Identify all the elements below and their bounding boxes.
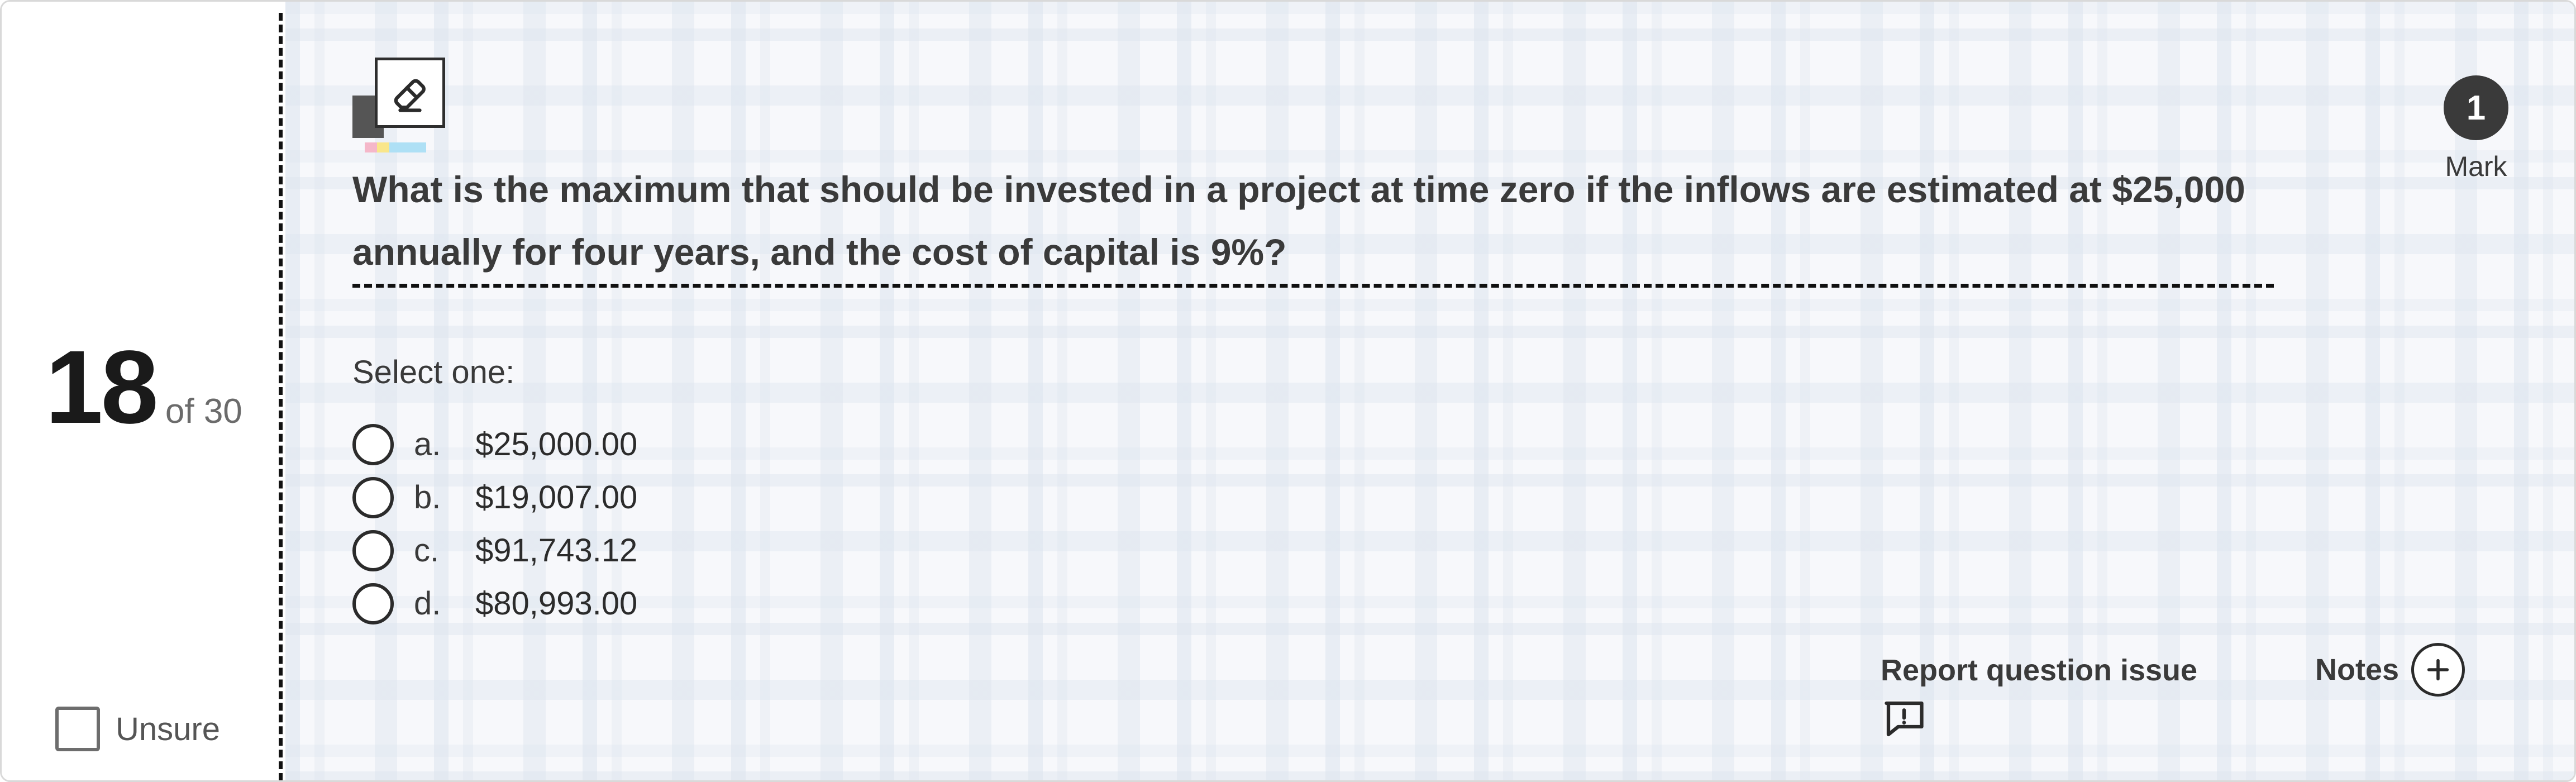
option-c[interactable]: c. $91,743.12 xyxy=(352,524,637,577)
notes-label: Notes xyxy=(2315,653,2400,686)
unsure-checkbox[interactable] xyxy=(55,707,100,751)
mark-badge: 1 xyxy=(2444,75,2508,140)
radio-button[interactable] xyxy=(352,530,394,571)
option-text: $80,993.00 xyxy=(475,585,638,622)
option-letter: b. xyxy=(414,479,441,516)
option-letter: d. xyxy=(414,585,441,622)
radio-button[interactable] xyxy=(352,423,394,465)
question-number: 18 xyxy=(45,330,159,445)
question-text: What is the maximum that should be inves… xyxy=(352,169,2245,273)
question-info-column: 18 of 30 Unsure xyxy=(2,2,279,780)
select-one-prompt: Select one: xyxy=(352,354,515,390)
eraser-tool[interactable] xyxy=(352,55,447,156)
option-b[interactable]: b. $19,007.00 xyxy=(352,471,637,524)
unsure-toggle[interactable]: Unsure xyxy=(55,707,220,751)
eraser-icon xyxy=(394,79,426,112)
option-letter: c. xyxy=(414,532,440,569)
question-body xyxy=(285,2,2574,780)
report-question-issue-button[interactable]: Report question issue xyxy=(1881,653,2197,745)
plus-icon xyxy=(2427,659,2449,681)
radio-button[interactable] xyxy=(352,476,394,518)
column-divider xyxy=(279,13,283,780)
radio-button[interactable] xyxy=(352,583,394,624)
option-text: $19,007.00 xyxy=(475,479,638,516)
notes-button[interactable]: Notes xyxy=(2315,643,2465,697)
comment-exclamation-icon xyxy=(1885,701,1924,737)
option-text: $91,743.12 xyxy=(475,532,638,569)
highlight-color-bar xyxy=(365,142,426,152)
plus-circle-icon[interactable] xyxy=(2411,643,2465,697)
question-underline xyxy=(352,284,2274,288)
question-card: 18 of 30 Unsure What is the maximum that… xyxy=(0,0,2576,782)
option-a[interactable]: a. $25,000.00 xyxy=(352,418,637,471)
question-total: of 30 xyxy=(165,392,242,431)
question-counter: 18 of 30 xyxy=(45,336,242,440)
option-letter: a. xyxy=(414,426,441,462)
mark-label: Mark xyxy=(2445,151,2507,182)
answer-options: a. $25,000.00 b. $19,007.00 c. $91,743.1… xyxy=(352,418,637,630)
report-question-issue-label: Report question issue xyxy=(1881,654,2198,687)
mark-indicator[interactable]: 1 Mark xyxy=(2437,75,2515,183)
option-text: $25,000.00 xyxy=(475,426,638,462)
eraser-button[interactable] xyxy=(375,58,445,128)
option-d[interactable]: d. $80,993.00 xyxy=(352,577,637,630)
unsure-label: Unsure xyxy=(116,711,220,747)
